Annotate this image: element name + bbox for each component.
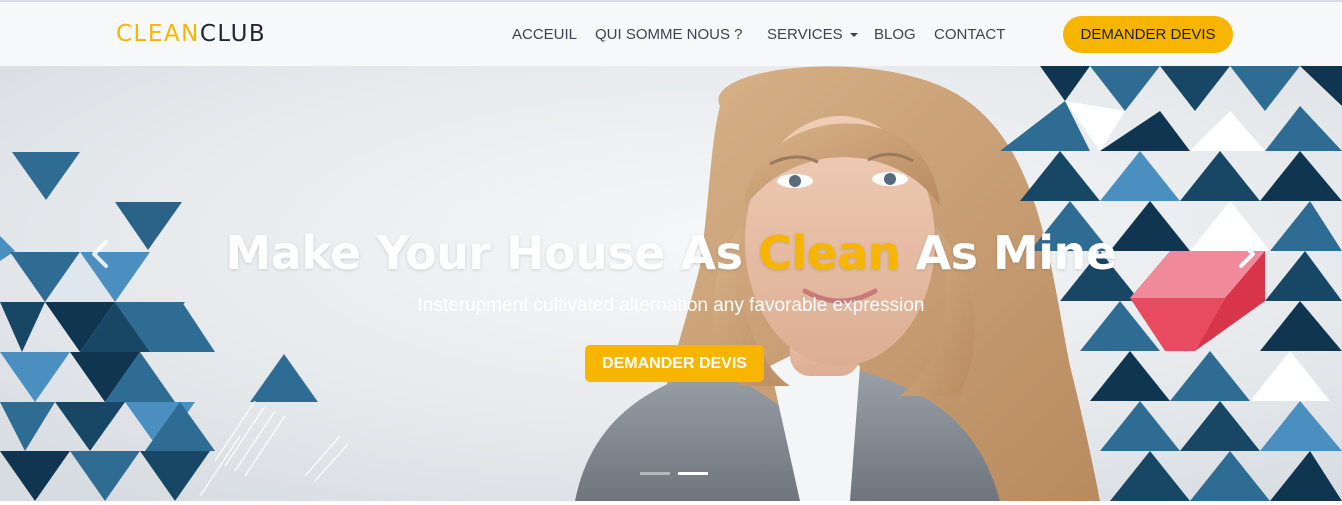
hero-subtitle: Insterupment cultivated alternation any … <box>417 295 925 316</box>
slider-next-button[interactable] <box>1235 238 1259 270</box>
caret-down-icon <box>849 33 858 38</box>
hero-background-image <box>0 66 1342 501</box>
nav-item-acceuil[interactable]: ACCEUIL <box>512 26 577 43</box>
nav-item-services[interactable]: SERVICES <box>767 26 858 43</box>
slider-prev-button[interactable] <box>88 238 112 270</box>
nav-item-services-label: SERVICES <box>767 26 843 43</box>
slide-indicator-1[interactable] <box>640 472 670 475</box>
hero-title: Make Your House As Clean As Mine <box>0 226 1342 280</box>
hero-title-before: Make Your House As <box>225 226 758 280</box>
demander-devis-button[interactable]: DEMANDER DEVIS <box>1063 16 1233 53</box>
chevron-left-icon <box>92 240 108 268</box>
navbar: CLEANCLUB ACCEUIL QUI SOMME NOUS ? SERVI… <box>0 0 1342 66</box>
slide-indicator-2-active[interactable] <box>678 472 708 475</box>
nav-item-blog[interactable]: BLOG <box>874 26 916 43</box>
nav-item-qui-somme-nous[interactable]: QUI SOMME NOUS ? <box>595 26 743 43</box>
hero-slider: Make Your House As Clean As Mine Insteru… <box>0 66 1342 501</box>
chevron-right-icon <box>1239 240 1255 268</box>
hero-title-after: As Mine <box>899 226 1117 280</box>
hero-demander-devis-button[interactable]: DEMANDER DEVIS <box>585 345 764 382</box>
hero-title-highlight: Clean <box>757 226 901 280</box>
nav-item-contact[interactable]: CONTACT <box>934 26 1005 43</box>
